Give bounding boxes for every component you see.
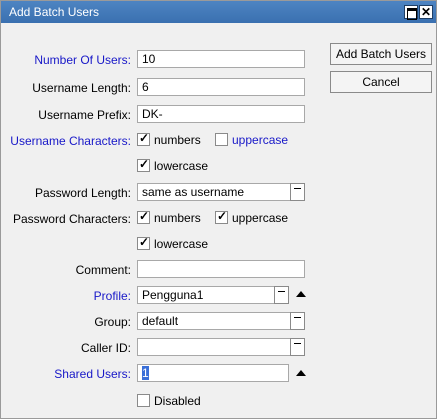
password-numbers-checkbox[interactable]: [137, 209, 150, 224]
title-bar: Add Batch Users ✕: [1, 1, 436, 23]
shared-users-collapse-icon[interactable]: [296, 370, 306, 376]
disabled-checkbox[interactable]: [137, 394, 150, 407]
username-numbers-checkbox[interactable]: [137, 131, 150, 146]
group-select[interactable]: default: [137, 312, 291, 330]
number-of-users-label: Number Of Users:: [34, 53, 131, 67]
username-uppercase-checkbox[interactable]: [215, 133, 228, 146]
window-title: Add Batch Users: [9, 5, 100, 19]
shared-users-input[interactable]: 1: [137, 364, 289, 382]
password-uppercase-label: uppercase: [232, 211, 289, 225]
password-characters-label: Password Characters:: [12, 212, 131, 226]
shared-users-label: Shared Users:: [54, 367, 131, 381]
comment-input[interactable]: [137, 260, 305, 278]
add-batch-users-window: Add Batch Users ✕ Number Of Users: 10 Us…: [0, 0, 437, 419]
add-batch-users-button[interactable]: Add Batch Users: [330, 43, 432, 65]
password-uppercase-checkbox[interactable]: [215, 209, 228, 224]
username-prefix-input[interactable]: DK-: [137, 105, 305, 123]
cancel-button[interactable]: Cancel: [330, 71, 432, 93]
username-lowercase-label: lowercase: [154, 159, 209, 173]
caller-id-dropdown-icon[interactable]: [290, 338, 305, 356]
profile-select[interactable]: Pengguna1: [137, 286, 275, 304]
password-numbers-label: numbers: [154, 211, 201, 225]
username-characters-label: Username Characters:: [10, 134, 131, 148]
comment-label: Comment:: [75, 263, 131, 277]
profile-dropdown-icon[interactable]: [274, 286, 289, 304]
maximize-icon[interactable]: [404, 5, 418, 20]
username-uppercase-label: uppercase: [232, 133, 289, 147]
password-lowercase-checkbox[interactable]: [137, 235, 150, 250]
shared-users-value: 1: [142, 366, 149, 380]
username-lowercase-checkbox[interactable]: [137, 157, 150, 172]
password-length-select[interactable]: same as username: [137, 183, 291, 201]
password-lowercase-label: lowercase: [154, 237, 209, 251]
username-numbers-label: numbers: [154, 133, 201, 147]
close-icon[interactable]: ✕: [419, 5, 433, 19]
group-dropdown-icon[interactable]: [290, 312, 305, 330]
caller-id-label: Caller ID:: [80, 341, 131, 355]
disabled-label: Disabled: [154, 394, 201, 408]
group-label: Group:: [94, 315, 131, 329]
password-length-dropdown-icon[interactable]: [290, 183, 305, 201]
number-of-users-input[interactable]: 10: [137, 50, 305, 68]
username-length-label: Username Length:: [32, 81, 131, 95]
caller-id-select[interactable]: [137, 338, 291, 356]
profile-collapse-icon[interactable]: [296, 291, 306, 297]
profile-label: Profile:: [93, 289, 131, 303]
password-length-label: Password Length:: [34, 186, 131, 200]
username-length-input[interactable]: 6: [137, 78, 305, 96]
username-prefix-label: Username Prefix:: [38, 108, 131, 122]
